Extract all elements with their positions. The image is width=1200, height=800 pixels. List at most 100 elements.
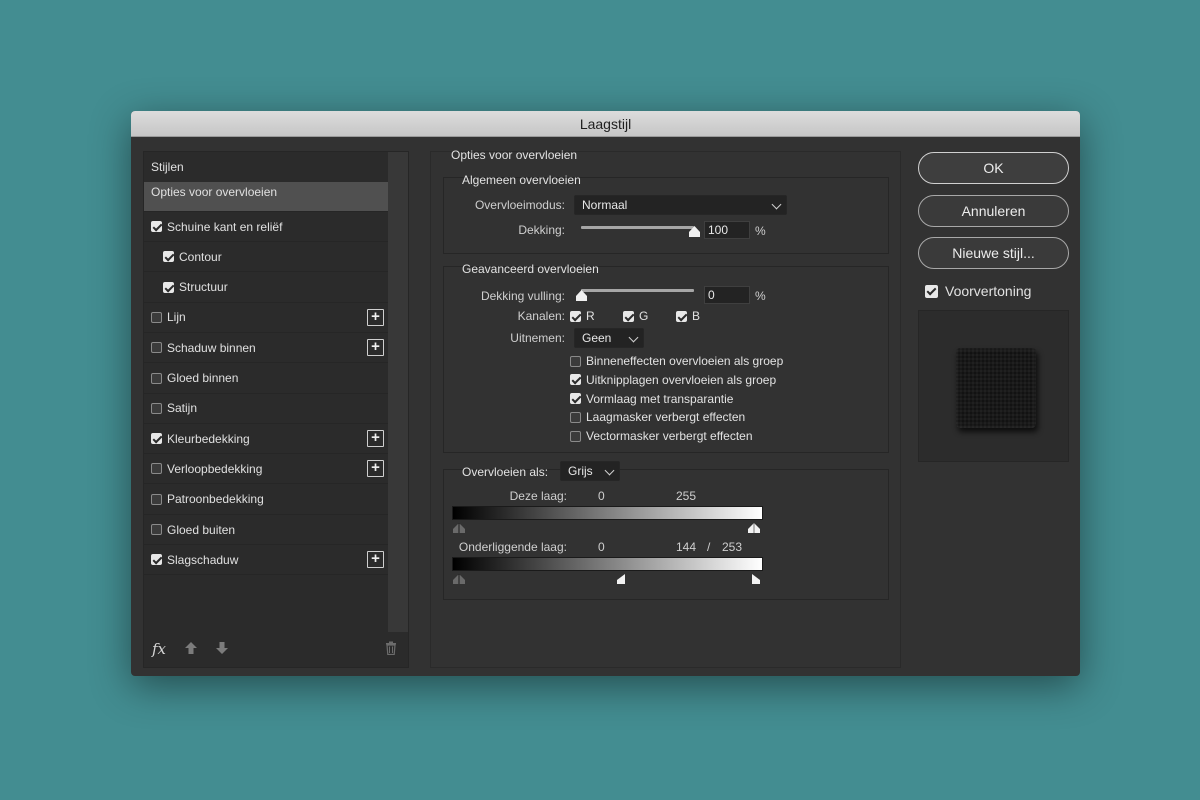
move-down-icon[interactable] <box>215 641 229 655</box>
underlying-low: 0 <box>598 540 605 554</box>
advanced-blending-title: Geavanceerd overvloeien <box>462 262 599 276</box>
style-item[interactable]: Contour <box>144 242 390 273</box>
style-item-checkbox[interactable] <box>151 524 162 535</box>
add-style-icon[interactable]: + <box>367 551 384 569</box>
style-item-checkbox[interactable] <box>163 281 174 293</box>
add-style-icon[interactable]: + <box>367 339 384 357</box>
blend-mode-select[interactable]: Normaal <box>574 195 787 215</box>
preview-toggle[interactable]: Voorvertoning <box>925 283 1031 299</box>
styles-panel: Stijlen Opties voor overvloeien Schuine … <box>143 151 409 668</box>
style-item[interactable]: Structuur <box>144 273 390 303</box>
advanced-option[interactable]: Uitknipplagen overvloeien als groep <box>570 373 776 387</box>
general-blending-title: Algemeen overvloeien <box>462 173 581 187</box>
style-item-label: Opties voor overvloeien <box>151 185 278 199</box>
style-item-label: Slagschaduw <box>167 552 239 567</box>
channel-r-checkbox[interactable] <box>570 310 581 322</box>
blend-if-label: Overvloeien als: <box>462 465 549 479</box>
advanced-option-label: Binneneffecten overvloeien als groep <box>586 354 784 368</box>
underlying-black-slider[interactable] <box>453 574 465 584</box>
style-item[interactable]: Gloed buiten <box>144 515 390 545</box>
this-layer-white-slider[interactable] <box>748 523 760 533</box>
styles-scrollbar[interactable] <box>388 152 408 632</box>
style-item-checkbox[interactable] <box>151 342 162 354</box>
style-item-checkbox[interactable] <box>163 251 174 263</box>
fill-opacity-slider-track[interactable] <box>581 289 694 292</box>
channel-g-checkbox[interactable] <box>623 310 634 322</box>
style-item[interactable]: Lijn + <box>144 303 390 333</box>
style-item-blending-options[interactable]: Opties voor overvloeien <box>144 182 390 212</box>
style-item[interactable]: Satijn <box>144 394 390 424</box>
advanced-option-label: Uitknipplagen overvloeien als groep <box>586 372 777 387</box>
move-up-icon[interactable] <box>184 641 198 655</box>
style-item-label: Patroonbedekking <box>167 492 264 507</box>
style-item-label: Schuine kant en reliëf <box>167 219 283 234</box>
knockout-select[interactable]: Geen <box>574 328 644 348</box>
style-item[interactable]: Patroonbedekking <box>144 485 390 515</box>
style-item[interactable]: Kleurbedekking + <box>144 424 390 455</box>
style-item-checkbox[interactable] <box>151 493 162 505</box>
underlying-separator: / <box>707 540 711 554</box>
fill-opacity-input[interactable]: 0 <box>704 286 750 304</box>
channel-b[interactable]: B <box>676 309 700 323</box>
blend-if-select[interactable]: Grijs <box>560 461 620 481</box>
underlying-high-b: 253 <box>722 540 743 554</box>
fill-opacity-slider-thumb[interactable] <box>575 290 587 301</box>
this-layer-black-slider[interactable] <box>453 523 465 533</box>
advanced-option[interactable]: Laagmasker verbergt effecten <box>570 410 745 424</box>
chevron-down-icon <box>771 199 782 210</box>
advanced-option[interactable]: Binneneffecten overvloeien als groep <box>570 354 783 368</box>
style-item-label: Satijn <box>167 401 198 416</box>
style-item-checkbox[interactable] <box>151 402 162 414</box>
add-style-icon[interactable]: + <box>367 430 384 448</box>
style-item-label: Lijn <box>167 310 186 325</box>
preview-swatch <box>956 348 1036 428</box>
styles-header[interactable]: Stijlen <box>144 154 390 180</box>
style-item-label: Schaduw binnen <box>167 340 256 355</box>
advanced-option[interactable]: Vectormasker verbergt effecten <box>570 429 753 443</box>
new-style-button[interactable]: Nieuwe stijl... <box>918 237 1069 269</box>
opacity-slider-track[interactable] <box>581 226 694 229</box>
opacity-slider-thumb[interactable] <box>688 226 700 237</box>
style-item-checkbox[interactable] <box>151 433 162 445</box>
knockout-value: Geen <box>582 331 612 345</box>
cancel-button[interactable]: Annuleren <box>918 195 1069 227</box>
styles-footer: fx <box>144 631 408 667</box>
advanced-option-checkbox[interactable] <box>570 355 581 367</box>
opacity-input[interactable]: 100 <box>704 221 750 239</box>
preview-checkbox[interactable] <box>925 284 938 298</box>
style-item-label: Gloed buiten <box>167 522 236 537</box>
style-item-checkbox[interactable] <box>151 221 162 232</box>
style-item-label: Contour <box>179 249 222 264</box>
underlying-white-slider-left-half[interactable] <box>617 574 625 584</box>
style-item-label: Gloed binnen <box>167 371 239 385</box>
advanced-option[interactable]: Vormlaag met transparantie <box>570 392 733 406</box>
style-item[interactable]: Schaduw binnen + <box>144 333 390 364</box>
trash-icon[interactable] <box>384 641 398 655</box>
style-item-checkbox[interactable] <box>151 554 162 566</box>
style-item[interactable]: Gloed binnen <box>144 364 390 394</box>
fx-icon[interactable]: fx <box>152 640 166 658</box>
channel-g[interactable]: G <box>623 309 648 323</box>
style-item-checkbox[interactable] <box>151 463 162 475</box>
underlying-white-slider-right-half[interactable] <box>752 574 760 584</box>
advanced-option-checkbox[interactable] <box>570 374 581 386</box>
ok-button[interactable]: OK <box>918 152 1069 184</box>
style-item[interactable]: Verloopbedekking + <box>144 454 390 485</box>
advanced-option-label: Laagmasker verbergt effecten <box>586 410 746 425</box>
general-blending-group: Algemeen overvloeien Overvloeimodus: Nor… <box>443 173 889 254</box>
channel-b-checkbox[interactable] <box>676 310 687 322</box>
style-item-checkbox[interactable] <box>151 311 162 323</box>
channel-r[interactable]: R <box>570 309 595 323</box>
this-layer-low: 0 <box>598 489 605 503</box>
advanced-option-checkbox[interactable] <box>570 430 581 442</box>
channel-b-label: B <box>692 309 701 323</box>
advanced-option-checkbox[interactable] <box>570 411 581 423</box>
this-layer-gradient <box>452 506 763 520</box>
style-item[interactable]: Schuine kant en reliëf <box>144 212 390 242</box>
advanced-option-checkbox[interactable] <box>570 393 581 405</box>
style-item-checkbox[interactable] <box>151 372 162 384</box>
blend-if-value: Grijs <box>568 464 593 478</box>
style-item[interactable]: Slagschaduw + <box>144 545 390 576</box>
add-style-icon[interactable]: + <box>367 308 384 326</box>
add-style-icon[interactable]: + <box>367 460 384 478</box>
